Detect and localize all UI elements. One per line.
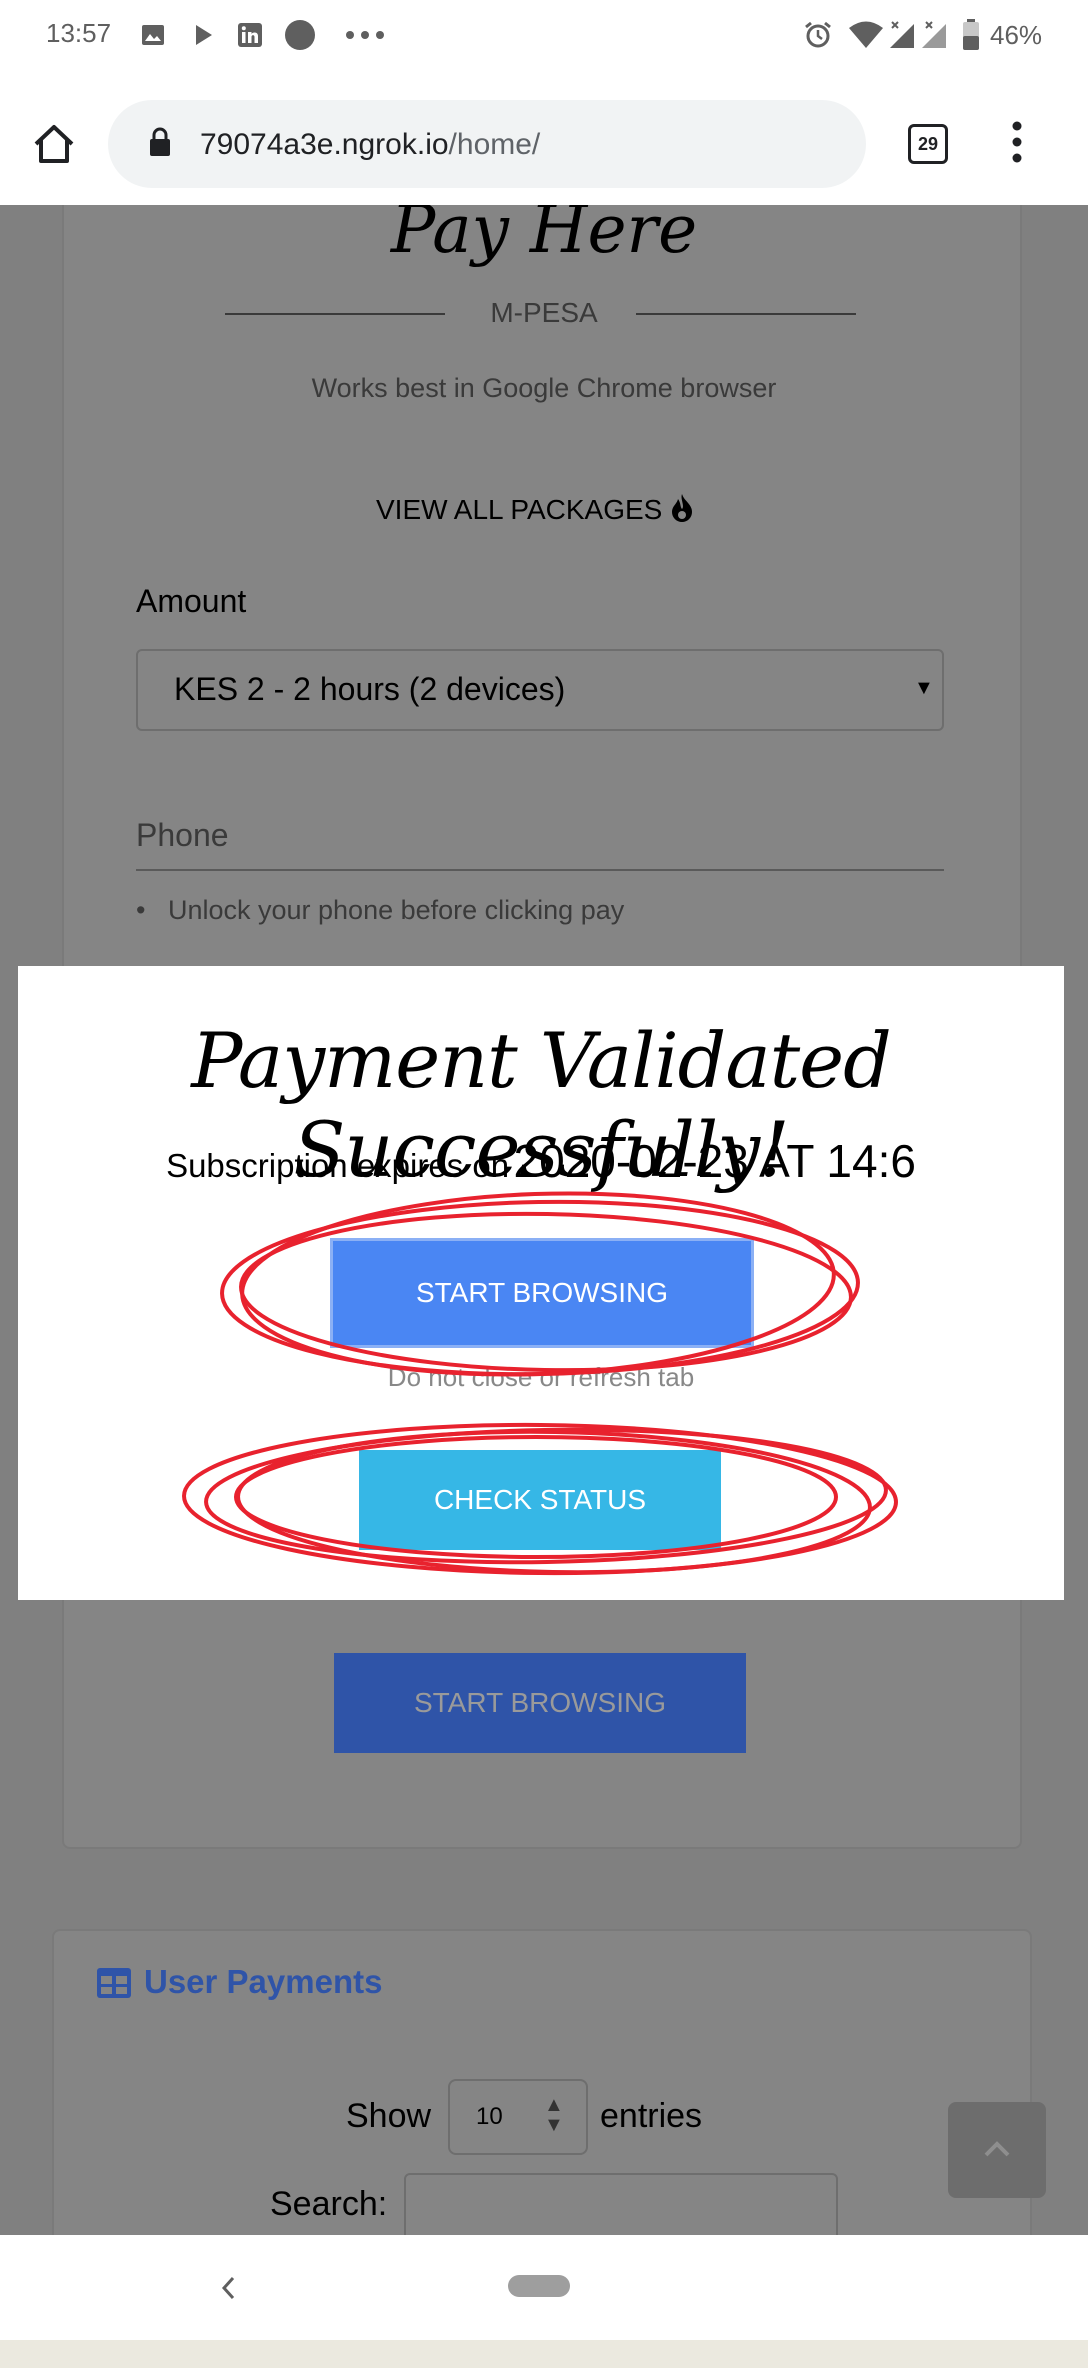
back-icon[interactable] [220,2275,236,2301]
expiry-prefix: Subscription expires on [166,1147,510,1184]
view-all-packages-link[interactable]: VIEW ALL PACKAGES [376,493,694,526]
overflow-menu-icon[interactable] [1005,120,1029,164]
status-bar: 13:57 46% [0,0,1088,70]
show-label: Show [346,2097,432,2135]
start-browsing-button[interactable]: START BROWSING [330,1238,754,1348]
search-input[interactable] [404,2173,838,2235]
phone-hint: • Unlock your phone before clicking pay [136,895,624,926]
expiry-line: Subscription expires on 2020-02-23 AT 14… [18,1134,1064,1188]
amount-selected-value: KES 2 - 2 hours (2 devices) [174,671,566,707]
browser-toolbar: 79074a3e.ngrok.io/home/ 29 [0,70,1088,205]
linkedin-icon [238,23,262,47]
table-icon [97,1968,131,1998]
image-icon [142,25,164,45]
view-all-label: VIEW ALL PACKAGES [376,494,663,525]
entries-value: 10 [476,2103,503,2130]
entries-label: entries [600,2097,703,2135]
system-nav-bar [0,2235,1088,2340]
lock-icon [150,127,170,156]
success-modal: Payment Validated Successfully! Subscrip… [18,966,1064,1600]
pay-title: Pay Here [390,205,698,268]
browser-note: Works best in Google Chrome browser [311,373,777,403]
alarm-icon [805,21,831,48]
user-payments-title: User Payments [144,1963,383,2000]
url-host: 79074a3e.ngrok.io [200,128,449,161]
entries-select[interactable]: 10 ▲ ▼ [448,2079,588,2155]
circle-icon [285,20,315,50]
phone-input[interactable] [136,869,944,871]
do-not-close-warning: Do not close or refresh tab [387,1362,695,1392]
url-text[interactable]: 79074a3e.ngrok.io/home/ [200,128,540,162]
scroll-top-button[interactable] [948,2102,1046,2198]
home-pill[interactable] [508,2275,570,2297]
bottom-strip [0,2340,1088,2368]
chevron-down-icon: ▼ [914,677,934,699]
tab-switcher-button[interactable]: 29 [908,124,948,164]
phone-placeholder: Phone [136,817,229,853]
fire-icon [672,494,693,522]
status-time: 13:57 [46,18,112,48]
more-dots-icon [346,31,384,39]
url-path: /home/ [448,128,541,161]
start-browsing-button-behind[interactable]: START BROWSING [334,1653,746,1753]
battery-icon [963,19,979,50]
play-icon [196,25,212,45]
home-icon[interactable] [30,120,78,168]
search-label: Search: [270,2185,388,2223]
divider-line-right [636,313,856,315]
chevron-up-icon [984,2141,1010,2157]
check-status-button[interactable]: CHECK STATUS [359,1450,721,1550]
phone-hint-text: Unlock your phone before clicking pay [167,895,625,925]
wifi-icon [849,21,883,48]
bullet-icon: • [136,895,168,925]
amount-label: Amount [136,583,247,619]
battery-percent: 46% [990,20,1043,50]
divider-label: M-PESA [490,297,598,328]
expiry-value: 2020-02-23 AT 14:6 [513,1135,916,1187]
updown-icon: ▲ ▼ [544,2094,564,2136]
amount-select[interactable]: KES 2 - 2 hours (2 devices) ▼ [136,649,944,731]
